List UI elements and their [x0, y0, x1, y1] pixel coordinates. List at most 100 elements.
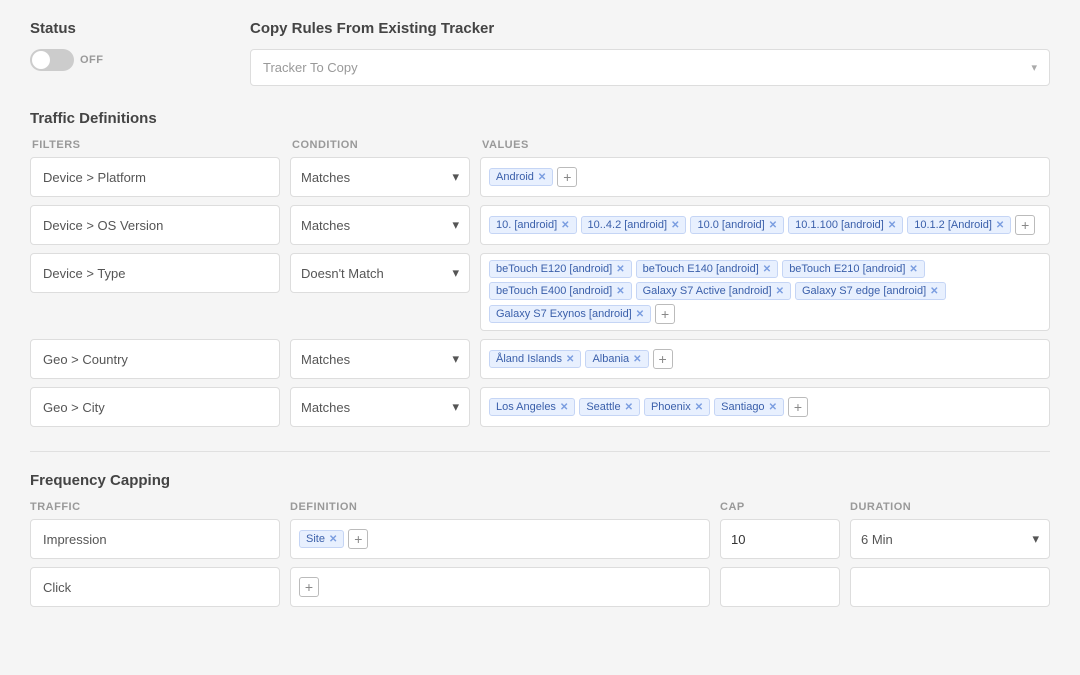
tag-10-android: 10. [android] ✕ [489, 216, 577, 234]
add-os-value[interactable]: + [1015, 215, 1035, 235]
filter-type: Device > Type [30, 253, 280, 293]
condition-city[interactable]: Matches ▾ [290, 387, 470, 427]
chevron-down-icon: ▾ [452, 169, 459, 185]
condition-platform[interactable]: Matches ▾ [290, 157, 470, 197]
duration-impression-label: 6 Min [861, 532, 893, 547]
remove-albania[interactable]: ✕ [633, 354, 641, 365]
condition-country-label: Matches [301, 352, 350, 367]
freq-capping-title: Frequency Capping [30, 472, 1050, 489]
tag-phoenix: Phoenix ✕ [644, 398, 710, 416]
condition-country[interactable]: Matches ▾ [290, 339, 470, 379]
duration-click [850, 567, 1050, 607]
remove-10-android[interactable]: ✕ [561, 220, 569, 231]
remove-phoenix[interactable]: ✕ [695, 402, 703, 413]
remove-galaxy-s7-active[interactable]: ✕ [776, 286, 784, 297]
duration-impression[interactable]: 6 Min ▾ [850, 519, 1050, 559]
add-impression-def[interactable]: + [348, 529, 368, 549]
freq-row-impression: Impression Site ✕ + 10 6 Min ▾ [30, 519, 1050, 559]
col-header-values: VALUES [482, 139, 1048, 151]
tracker-copy-placeholder: Tracker To Copy [263, 60, 358, 75]
traffic-definitions-title: Traffic Definitions [30, 110, 1050, 127]
values-country: Åland Islands ✕ Albania ✕ + [480, 339, 1050, 379]
tag-betouch-e210: beTouch E210 [android] ✕ [782, 260, 925, 278]
remove-betouch-e400[interactable]: ✕ [616, 286, 624, 297]
remove-galaxy-s7-exynos[interactable]: ✕ [636, 309, 644, 320]
filter-city: Geo > City [30, 387, 280, 427]
values-type: beTouch E120 [android] ✕ beTouch E140 [a… [480, 253, 1050, 331]
chevron-down-icon: ▾ [452, 265, 459, 281]
col-header-cap: CAP [720, 501, 840, 513]
condition-os-label: Matches [301, 218, 350, 233]
filter-row-platform: Device > Platform Matches ▾ Android ✕ + [30, 157, 1050, 197]
freq-definition-click: + [290, 567, 710, 607]
chevron-down-icon: ▾ [452, 399, 459, 415]
add-city-value[interactable]: + [788, 397, 808, 417]
col-header-condition: CONDITION [292, 139, 472, 151]
tag-100-android: 10.0 [android] ✕ [690, 216, 784, 234]
chevron-down-icon: ▾ [1032, 531, 1039, 547]
col-header-duration: DURATION [850, 501, 1050, 513]
tag-galaxy-s7-active: Galaxy S7 Active [android] ✕ [636, 282, 791, 300]
tag-santiago: Santiago ✕ [714, 398, 784, 416]
copy-rules-title: Copy Rules From Existing Tracker [250, 20, 1050, 37]
chevron-down-icon: ▾ [1031, 61, 1037, 74]
add-country-value[interactable]: + [653, 349, 673, 369]
remove-betouch-e210[interactable]: ✕ [909, 264, 917, 275]
tag-site: Site ✕ [299, 530, 344, 548]
add-click-def[interactable]: + [299, 577, 319, 597]
tag-1012-android: 10.1.2 [Android] ✕ [907, 216, 1011, 234]
filter-row-type: Device > Type Doesn't Match ▾ beTouch E1… [30, 253, 1050, 331]
tag-galaxy-s7-exynos: Galaxy S7 Exynos [android] ✕ [489, 305, 651, 323]
tag-1042-android: 10..4.2 [android] ✕ [581, 216, 687, 234]
filter-platform: Device > Platform [30, 157, 280, 197]
freq-traffic-impression: Impression [30, 519, 280, 559]
condition-type-label: Doesn't Match [301, 266, 384, 281]
tag-seattle: Seattle ✕ [579, 398, 640, 416]
remove-site[interactable]: ✕ [329, 534, 337, 545]
remove-1012-android[interactable]: ✕ [996, 220, 1004, 231]
col-header-traffic: TRAFFIC [30, 501, 280, 513]
remove-aland[interactable]: ✕ [566, 354, 574, 365]
cap-impression[interactable]: 10 [720, 519, 840, 559]
tag-1011100-android: 10.1.100 [android] ✕ [788, 216, 903, 234]
remove-los-angeles[interactable]: ✕ [560, 402, 568, 413]
values-os-version: 10. [android] ✕ 10..4.2 [android] ✕ 10.0… [480, 205, 1050, 245]
col-header-definition: DEFINITION [290, 501, 710, 513]
freq-row-click: Click + [30, 567, 1050, 607]
filter-row-os-version: Device > OS Version Matches ▾ 10. [andro… [30, 205, 1050, 245]
remove-100-android[interactable]: ✕ [769, 220, 777, 231]
col-header-filters: FILTERS [32, 139, 282, 151]
remove-betouch-e120[interactable]: ✕ [616, 264, 624, 275]
remove-betouch-e140[interactable]: ✕ [763, 264, 771, 275]
remove-seattle[interactable]: ✕ [625, 402, 633, 413]
freq-traffic-click: Click [30, 567, 280, 607]
condition-platform-label: Matches [301, 170, 350, 185]
tracker-copy-select[interactable]: Tracker To Copy ▾ [250, 49, 1050, 86]
tag-aland: Åland Islands ✕ [489, 350, 581, 368]
chevron-down-icon: ▾ [452, 217, 459, 233]
filter-country: Geo > Country [30, 339, 280, 379]
remove-1042-android[interactable]: ✕ [671, 220, 679, 231]
cap-click[interactable] [720, 567, 840, 607]
tag-los-angeles: Los Angeles ✕ [489, 398, 575, 416]
filter-row-city: Geo > City Matches ▾ Los Angeles ✕ Seatt… [30, 387, 1050, 427]
filter-os-version: Device > OS Version [30, 205, 280, 245]
condition-type[interactable]: Doesn't Match ▾ [290, 253, 470, 293]
remove-android[interactable]: ✕ [538, 172, 546, 183]
add-platform-value[interactable]: + [557, 167, 577, 187]
remove-santiago[interactable]: ✕ [769, 402, 777, 413]
tag-albania: Albania ✕ [585, 350, 648, 368]
tag-android: Android ✕ [489, 168, 553, 186]
condition-city-label: Matches [301, 400, 350, 415]
condition-os-version[interactable]: Matches ▾ [290, 205, 470, 245]
divider [30, 451, 1050, 452]
add-type-value[interactable]: + [655, 304, 675, 324]
remove-galaxy-s7-edge[interactable]: ✕ [930, 286, 938, 297]
status-toggle[interactable] [30, 49, 74, 71]
tag-betouch-e120: beTouch E120 [android] ✕ [489, 260, 632, 278]
tag-betouch-e140: beTouch E140 [android] ✕ [636, 260, 779, 278]
filter-row-country: Geo > Country Matches ▾ Åland Islands ✕ … [30, 339, 1050, 379]
remove-1011100-android[interactable]: ✕ [888, 220, 896, 231]
chevron-down-icon: ▾ [452, 351, 459, 367]
values-city: Los Angeles ✕ Seattle ✕ Phoenix ✕ Santia… [480, 387, 1050, 427]
